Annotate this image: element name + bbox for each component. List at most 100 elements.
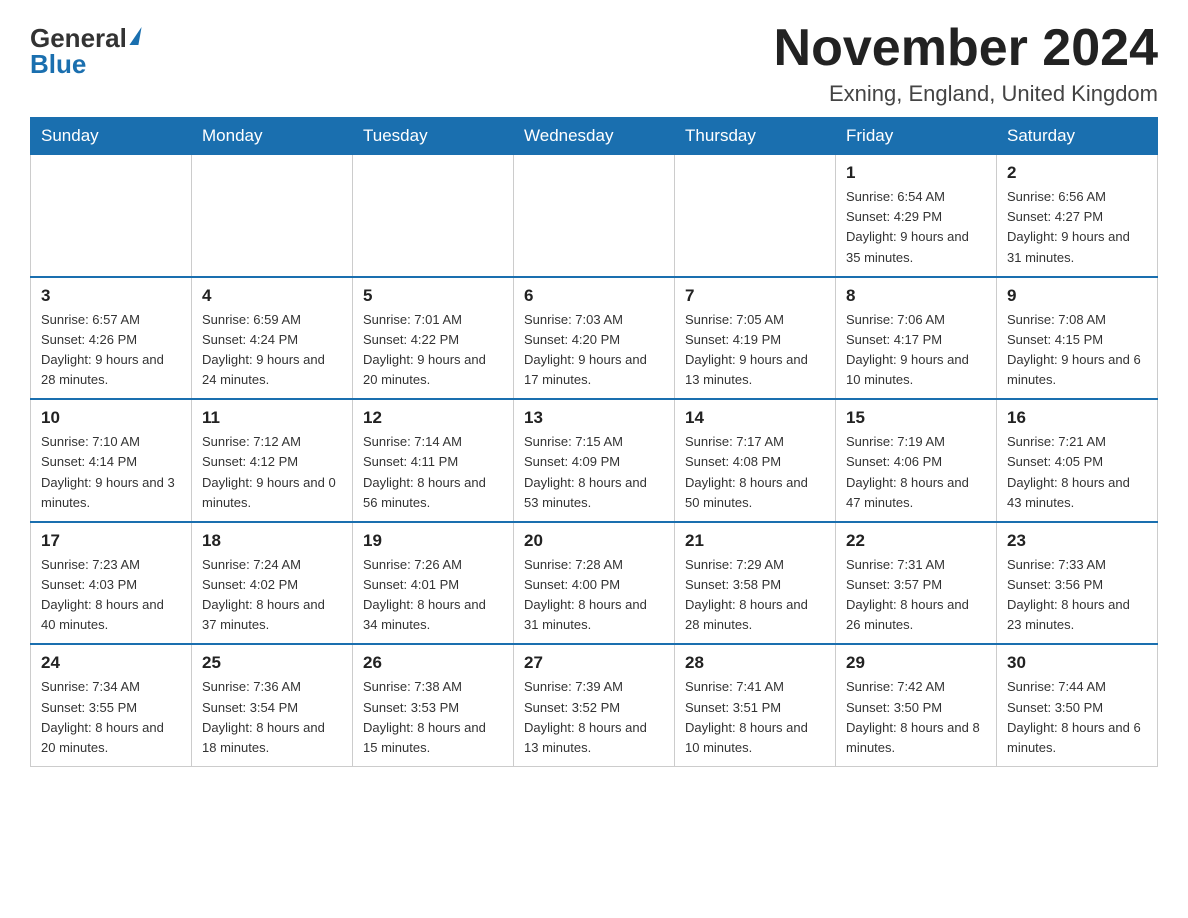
day-number: 5 [363,286,503,306]
day-number: 20 [524,531,664,551]
day-number: 11 [202,408,342,428]
day-info: Sunrise: 7:44 AMSunset: 3:50 PMDaylight:… [1007,677,1147,758]
day-info: Sunrise: 6:59 AMSunset: 4:24 PMDaylight:… [202,310,342,391]
calendar-week-row: 1Sunrise: 6:54 AMSunset: 4:29 PMDaylight… [31,155,1158,277]
logo-blue-text: Blue [30,51,86,77]
calendar-cell: 29 Sunrise: 7:42 AMSunset: 3:50 PMDayligh… [836,644,997,766]
day-info: Sunrise: 7:39 AMSunset: 3:52 PMDaylight:… [524,677,664,758]
calendar-cell: 15 Sunrise: 7:19 AMSunset: 4:06 PMDayligh… [836,399,997,522]
calendar-cell: 25 Sunrise: 7:36 AMSunset: 3:54 PMDayligh… [192,644,353,766]
day-info: Sunrise: 7:15 AMSunset: 4:09 PMDaylight:… [524,432,664,513]
day-number: 14 [685,408,825,428]
day-number: 2 [1007,163,1147,183]
day-info: Sunrise: 7:28 AMSunset: 4:00 PMDaylight:… [524,555,664,636]
day-info: Sunrise: 7:34 AMSunset: 3:55 PMDaylight:… [41,677,181,758]
calendar-cell: 6 Sunrise: 7:03 AMSunset: 4:20 PMDaylight… [514,277,675,400]
day-info: Sunrise: 7:38 AMSunset: 3:53 PMDaylight:… [363,677,503,758]
location-text: Exning, England, United Kingdom [774,81,1158,107]
calendar-cell: 3 Sunrise: 6:57 AMSunset: 4:26 PMDaylight… [31,277,192,400]
calendar-cell: 13 Sunrise: 7:15 AMSunset: 4:09 PMDayligh… [514,399,675,522]
day-info: Sunrise: 7:06 AMSunset: 4:17 PMDaylight:… [846,310,986,391]
calendar-cell: 4 Sunrise: 6:59 AMSunset: 4:24 PMDaylight… [192,277,353,400]
calendar-cell: 22 Sunrise: 7:31 AMSunset: 3:57 PMDayligh… [836,522,997,645]
day-number: 25 [202,653,342,673]
weekday-header-saturday: Saturday [997,118,1158,155]
calendar-cell: 10 Sunrise: 7:10 AMSunset: 4:14 PMDayligh… [31,399,192,522]
day-info: Sunrise: 7:21 AMSunset: 4:05 PMDaylight:… [1007,432,1147,513]
day-number: 4 [202,286,342,306]
calendar-cell [353,155,514,277]
calendar-week-row: 10 Sunrise: 7:10 AMSunset: 4:14 PMDayligh… [31,399,1158,522]
calendar-week-row: 3 Sunrise: 6:57 AMSunset: 4:26 PMDaylight… [31,277,1158,400]
calendar-cell [192,155,353,277]
day-number: 6 [524,286,664,306]
calendar-cell: 7Sunrise: 7:05 AMSunset: 4:19 PMDaylight… [675,277,836,400]
calendar-cell: 24 Sunrise: 7:34 AMSunset: 3:55 PMDayligh… [31,644,192,766]
day-number: 18 [202,531,342,551]
day-info: Sunrise: 7:19 AMSunset: 4:06 PMDaylight:… [846,432,986,513]
calendar-cell: 18 Sunrise: 7:24 AMSunset: 4:02 PMDayligh… [192,522,353,645]
month-title: November 2024 [774,20,1158,77]
calendar-cell: 20 Sunrise: 7:28 AMSunset: 4:00 PMDayligh… [514,522,675,645]
calendar-cell: 14 Sunrise: 7:17 AMSunset: 4:08 PMDayligh… [675,399,836,522]
day-number: 9 [1007,286,1147,306]
weekday-header-thursday: Thursday [675,118,836,155]
weekday-header-sunday: Sunday [31,118,192,155]
weekday-header-row: SundayMondayTuesdayWednesdayThursdayFrid… [31,118,1158,155]
day-number: 17 [41,531,181,551]
day-info: Sunrise: 7:29 AMSunset: 3:58 PMDaylight:… [685,555,825,636]
calendar-cell [675,155,836,277]
day-number: 23 [1007,531,1147,551]
day-number: 8 [846,286,986,306]
day-info: Sunrise: 7:23 AMSunset: 4:03 PMDaylight:… [41,555,181,636]
day-info: Sunrise: 7:12 AMSunset: 4:12 PMDaylight:… [202,432,342,513]
calendar-cell: 1Sunrise: 6:54 AMSunset: 4:29 PMDaylight… [836,155,997,277]
day-number: 26 [363,653,503,673]
weekday-header-wednesday: Wednesday [514,118,675,155]
day-number: 19 [363,531,503,551]
calendar-cell: 9Sunrise: 7:08 AMSunset: 4:15 PMDaylight… [997,277,1158,400]
weekday-header-monday: Monday [192,118,353,155]
day-info: Sunrise: 7:10 AMSunset: 4:14 PMDaylight:… [41,432,181,513]
day-number: 3 [41,286,181,306]
calendar-cell: 21 Sunrise: 7:29 AMSunset: 3:58 PMDayligh… [675,522,836,645]
day-number: 12 [363,408,503,428]
day-info: Sunrise: 7:24 AMSunset: 4:02 PMDaylight:… [202,555,342,636]
day-number: 30 [1007,653,1147,673]
day-info: Sunrise: 7:41 AMSunset: 3:51 PMDaylight:… [685,677,825,758]
calendar-cell: 28 Sunrise: 7:41 AMSunset: 3:51 PMDayligh… [675,644,836,766]
calendar-week-row: 17 Sunrise: 7:23 AMSunset: 4:03 PMDayligh… [31,522,1158,645]
calendar-cell: 16Sunrise: 7:21 AMSunset: 4:05 PMDayligh… [997,399,1158,522]
calendar-table: SundayMondayTuesdayWednesdayThursdayFrid… [30,117,1158,767]
day-number: 24 [41,653,181,673]
day-info: Sunrise: 7:31 AMSunset: 3:57 PMDaylight:… [846,555,986,636]
calendar-week-row: 24 Sunrise: 7:34 AMSunset: 3:55 PMDayligh… [31,644,1158,766]
day-info: Sunrise: 6:54 AMSunset: 4:29 PMDaylight:… [846,187,986,268]
day-info: Sunrise: 6:56 AMSunset: 4:27 PMDaylight:… [1007,187,1147,268]
day-info: Sunrise: 7:17 AMSunset: 4:08 PMDaylight:… [685,432,825,513]
day-number: 21 [685,531,825,551]
logo: General Blue [30,20,140,77]
day-number: 10 [41,408,181,428]
day-number: 22 [846,531,986,551]
calendar-cell: 12 Sunrise: 7:14 AMSunset: 4:11 PMDayligh… [353,399,514,522]
weekday-header-friday: Friday [836,118,997,155]
day-info: Sunrise: 7:03 AMSunset: 4:20 PMDaylight:… [524,310,664,391]
calendar-cell: 11 Sunrise: 7:12 AMSunset: 4:12 PMDayligh… [192,399,353,522]
day-number: 29 [846,653,986,673]
day-number: 13 [524,408,664,428]
calendar-cell: 27 Sunrise: 7:39 AMSunset: 3:52 PMDayligh… [514,644,675,766]
day-info: Sunrise: 6:57 AMSunset: 4:26 PMDaylight:… [41,310,181,391]
day-info: Sunrise: 7:42 AMSunset: 3:50 PMDaylight:… [846,677,986,758]
day-number: 7 [685,286,825,306]
title-block: November 2024 Exning, England, United Ki… [774,20,1158,107]
day-number: 28 [685,653,825,673]
day-info: Sunrise: 7:14 AMSunset: 4:11 PMDaylight:… [363,432,503,513]
calendar-cell [514,155,675,277]
day-number: 15 [846,408,986,428]
calendar-cell: 8 Sunrise: 7:06 AMSunset: 4:17 PMDaylight… [836,277,997,400]
day-number: 27 [524,653,664,673]
day-info: Sunrise: 7:36 AMSunset: 3:54 PMDaylight:… [202,677,342,758]
calendar-cell [31,155,192,277]
calendar-cell: 19Sunrise: 7:26 AMSunset: 4:01 PMDayligh… [353,522,514,645]
